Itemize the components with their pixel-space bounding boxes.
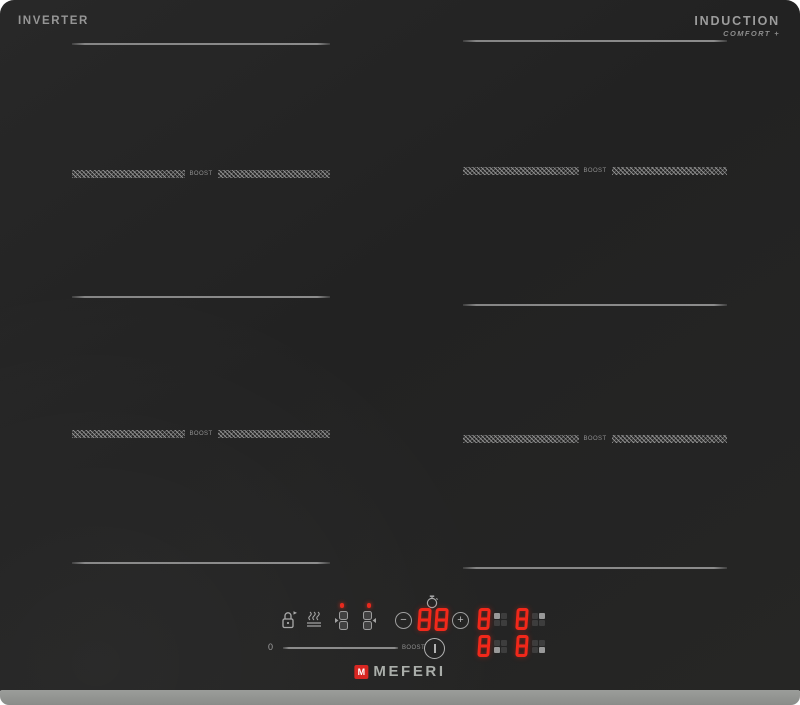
- power-slider[interactable]: [283, 647, 398, 649]
- timer-plus-button[interactable]: +: [452, 612, 469, 629]
- boost-marker-strip: BOOST: [463, 166, 727, 176]
- zone-divider-line: [463, 40, 727, 42]
- bridge-right-icon: [361, 610, 377, 631]
- bridge-right-button[interactable]: [360, 603, 378, 631]
- cooktop-glass: INVERTER INDUCTION COMFORT + BOOST BOOST…: [0, 0, 800, 691]
- power-icon: [434, 644, 436, 653]
- keep-warm-button[interactable]: [304, 611, 324, 628]
- timer-display: [418, 608, 448, 631]
- power-button[interactable]: [424, 638, 445, 659]
- hatch-pattern: [218, 170, 331, 178]
- zone-key-top-left[interactable]: [478, 608, 507, 630]
- brand-logo-text: MEFERI: [373, 663, 445, 680]
- boost-strip-label: BOOST: [190, 171, 213, 177]
- seven-segment-digit: [434, 608, 449, 631]
- induction-branding: INDUCTION COMFORT +: [694, 14, 780, 38]
- child-lock-button[interactable]: [279, 609, 298, 631]
- boost-marker-strip: BOOST: [72, 429, 330, 439]
- zone-key-top-right[interactable]: [516, 608, 545, 630]
- zone-position-icon: [494, 613, 507, 626]
- brand-logo: M MEFERI: [354, 663, 445, 680]
- child-lock-icon: [279, 609, 298, 631]
- boost-marker-strip: BOOST: [72, 169, 330, 179]
- boost-strip-label: BOOST: [584, 436, 607, 442]
- zone-power-display: [477, 608, 491, 630]
- zone-position-icon: [532, 613, 545, 626]
- zone-power-display: [515, 608, 529, 630]
- zone-divider-line: [72, 562, 330, 564]
- hatch-pattern: [218, 430, 331, 438]
- zone-power-display: [477, 635, 491, 657]
- seven-segment-digit: [417, 608, 432, 631]
- zone-key-bottom-right[interactable]: [516, 635, 545, 657]
- hatch-pattern: [463, 167, 579, 175]
- hatch-pattern: [463, 435, 579, 443]
- zone-divider-line: [72, 43, 330, 45]
- keep-warm-icon: [304, 611, 324, 628]
- induction-cooktop: INVERTER INDUCTION COMFORT + BOOST BOOST…: [0, 0, 800, 705]
- timer-minus-button[interactable]: −: [395, 612, 412, 629]
- inverter-label: INVERTER: [18, 15, 89, 27]
- zone-position-icon: [494, 640, 507, 653]
- hatch-pattern: [612, 435, 728, 443]
- timer-clock-icon: [425, 595, 439, 609]
- meferi-logo-mark: M: [354, 665, 368, 679]
- front-bevel: [0, 690, 800, 705]
- bridge-right-led: [367, 603, 372, 608]
- bridge-left-button[interactable]: [333, 603, 351, 631]
- zone-divider-line: [72, 296, 330, 298]
- zone-key-bottom-left[interactable]: [478, 635, 507, 657]
- slider-boost-label: BOOST: [402, 645, 425, 651]
- hatch-pattern: [72, 430, 185, 438]
- zone-divider-line: [463, 567, 727, 569]
- comfort-plus-label: COMFORT +: [694, 29, 780, 38]
- hatch-pattern: [612, 167, 728, 175]
- induction-label: INDUCTION: [694, 14, 780, 28]
- boost-marker-strip: BOOST: [463, 434, 727, 444]
- boost-strip-label: BOOST: [584, 168, 607, 174]
- zone-position-icon: [532, 640, 545, 653]
- bridge-left-led: [340, 603, 345, 608]
- hatch-pattern: [72, 170, 185, 178]
- minus-icon: −: [400, 615, 406, 626]
- zone-divider-line: [463, 304, 727, 306]
- slider-min-label: 0: [268, 642, 273, 652]
- boost-strip-label: BOOST: [190, 431, 213, 437]
- bridge-left-icon: [334, 610, 350, 631]
- zone-power-display: [515, 635, 529, 657]
- plus-icon: +: [457, 615, 463, 626]
